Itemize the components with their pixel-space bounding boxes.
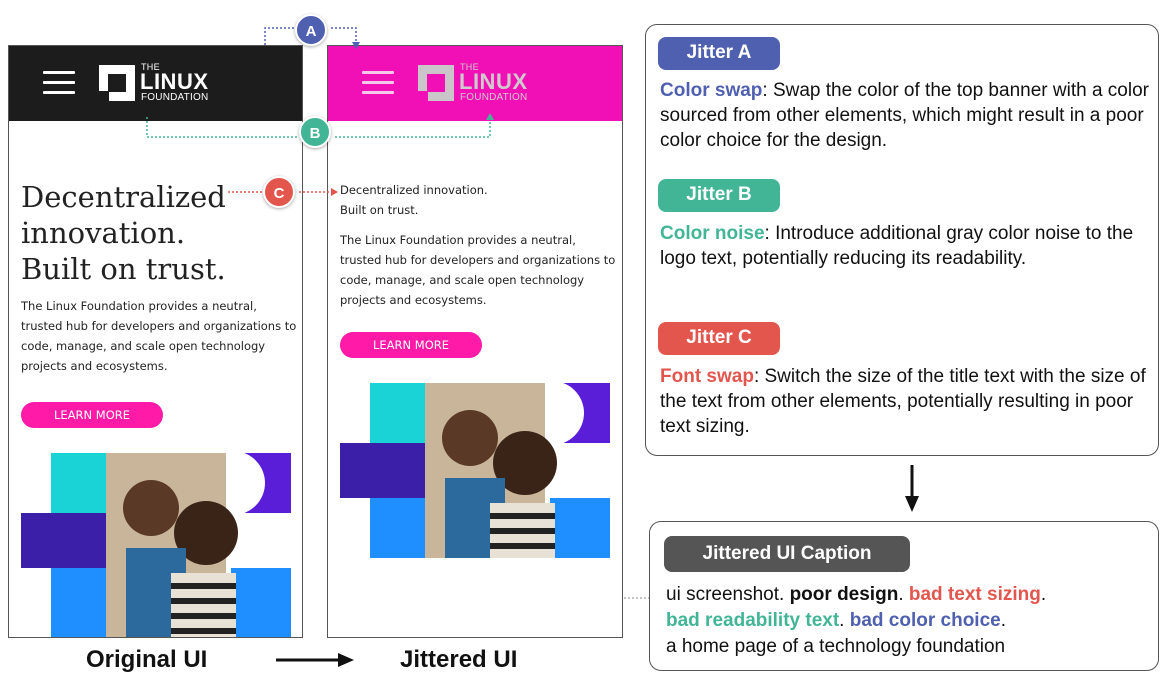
caption-poor-design: poor design [789, 584, 899, 605]
down-arrowhead [905, 496, 919, 512]
caption-bad-text-sizing: bad text sizing [908, 584, 1041, 605]
caption-sep: . [1000, 610, 1006, 631]
caption-title-pill: Jittered UI Caption [664, 536, 910, 572]
caption-sep: . [1040, 584, 1047, 605]
jitter-b-description: Color noise: Introduce additional gray c… [660, 221, 1155, 271]
connector-b [146, 117, 299, 138]
badge-a: A [295, 14, 327, 46]
jitter-a-pill: Jitter A [658, 37, 780, 70]
jitter-b-pill: Jitter B [658, 179, 780, 212]
badge-b: B [299, 116, 331, 148]
caption-bad-color: bad color choice [849, 610, 1001, 631]
caption-bad-readability: bad readability text [666, 610, 840, 631]
transform-arrowhead [338, 653, 354, 667]
original-ui-label: Original UI [86, 646, 208, 673]
connector-b [335, 117, 491, 138]
jitter-c-description: Font swap: Switch the size of the title … [660, 364, 1155, 439]
badge-c: C [263, 176, 295, 208]
jitter-b-keyword: Color noise [660, 223, 765, 244]
jitter-c-keyword: Font swap [660, 366, 754, 387]
jittered-caption-panel: Jittered UI Caption ui screenshot. poor … [649, 521, 1159, 671]
jitter-a-keyword: Color swap [660, 80, 763, 101]
jitter-descriptions-panel: Jitter A Color swap: Swap the color of t… [645, 24, 1159, 456]
caption-description: a home page of a technology foundation [666, 636, 1006, 657]
arrowhead-c [331, 188, 338, 196]
jittered-ui-label: Jittered UI [400, 646, 518, 673]
arrowhead-a [352, 42, 360, 49]
jitter-c-pill: Jitter C [658, 322, 780, 355]
caption-sep: . [839, 610, 850, 631]
caption-part: ui screenshot. [666, 584, 790, 605]
caption-sep: . [898, 584, 909, 605]
arrowhead-b [486, 113, 494, 120]
jitter-a-description: Color swap: Swap the color of the top ba… [660, 78, 1155, 153]
connector-a [264, 27, 295, 45]
connector-a [331, 27, 357, 45]
caption-text: ui screenshot. poor design. bad text siz… [666, 582, 1154, 660]
